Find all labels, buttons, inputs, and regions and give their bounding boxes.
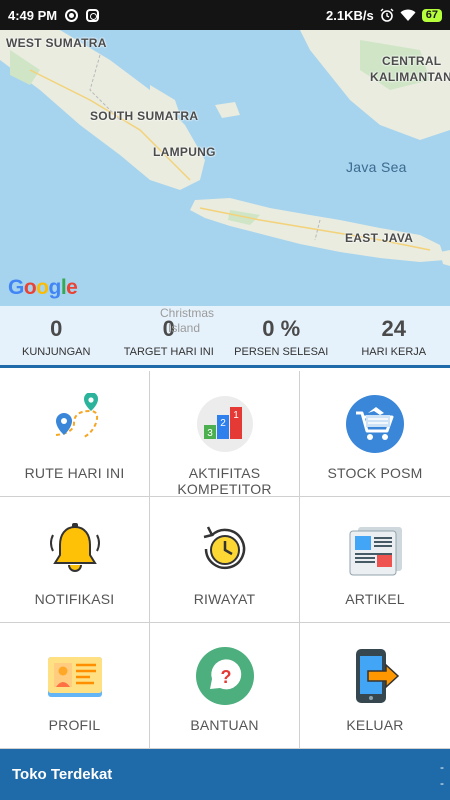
network-speed: 2.1KB/s	[326, 7, 374, 23]
menu-label: PROFIL	[48, 717, 101, 733]
wifi-icon	[400, 9, 416, 21]
menu-bantuan[interactable]: ? BANTUAN	[150, 623, 300, 749]
stat-hari-kerja: 24 HARI KERJA	[338, 306, 450, 365]
app-screen: 4:49 PM 2.1KB/s 67 WEST SUMATRA CENTRAL …	[0, 0, 450, 800]
map-label-central: CENTRAL	[382, 54, 442, 68]
stat-persen-selesai: 0 % PERSEN SELESAI	[225, 306, 338, 365]
menu-label: KELUAR	[346, 717, 404, 733]
svg-text:3: 3	[207, 428, 213, 439]
map-label-south-sumatra: SOUTH SUMATRA	[90, 109, 199, 123]
id-card-icon	[44, 645, 106, 707]
menu-notifikasi[interactable]: NOTIFIKASI	[0, 497, 150, 623]
map-label-west-sumatra: WEST SUMATRA	[6, 36, 107, 50]
stat-value: 24	[381, 316, 406, 341]
history-clock-icon	[194, 519, 256, 581]
instagram-icon	[86, 8, 100, 22]
map-label-java-sea: Java Sea	[346, 159, 407, 175]
svg-text:2: 2	[220, 418, 226, 429]
nearest-store-values: - -	[440, 760, 444, 790]
map-label-east-java: EAST JAVA	[345, 231, 414, 245]
status-time: 4:49 PM	[8, 7, 58, 23]
help-bubble-icon: ?	[194, 645, 256, 707]
battery-icon: 67	[421, 8, 442, 22]
notification-dot-icon	[65, 8, 79, 22]
stat-label: KUNJUNGAN	[22, 346, 91, 358]
menu-artikel[interactable]: ARTIKEL	[300, 497, 450, 623]
stat-value: 0	[50, 316, 63, 341]
status-bar: 4:49 PM 2.1KB/s 67	[0, 0, 450, 30]
menu-label: NOTIFIKASI	[34, 591, 115, 607]
menu-rute-hari-ini[interactable]: RUTE HARI INI	[0, 371, 150, 497]
stat-kunjungan: 0 KUNJUNGAN	[0, 306, 113, 365]
svg-text:?: ?	[220, 667, 231, 687]
newspaper-icon	[344, 519, 406, 581]
menu-keluar[interactable]: KELUAR	[300, 623, 450, 749]
menu-grid: RUTE HARI INI 3 2 1 AKTIFITAS KOMPETITOR	[0, 371, 450, 749]
route-icon	[44, 393, 106, 455]
stat-label: TARGET HARI INI	[123, 346, 214, 358]
menu-riwayat[interactable]: RIWAYAT	[150, 497, 300, 623]
menu-stock-posm[interactable]: STOCK POSM	[300, 371, 450, 497]
stat-label: HARI KERJA	[361, 346, 427, 358]
alarm-icon	[380, 8, 394, 22]
shopping-cart-icon	[344, 393, 406, 455]
stats-bar: 0 KUNJUNGAN 0 TARGET HARI INI 0 % PERSEN…	[0, 306, 450, 368]
map-label-kalimantan: KALIMANTAN	[370, 70, 450, 84]
podium-icon: 3 2 1	[194, 393, 256, 455]
google-logo: Google	[8, 276, 78, 299]
menu-label: BANTUAN	[190, 717, 259, 733]
stat-value: 0	[162, 316, 175, 341]
stat-label: PERSEN SELESAI	[234, 346, 329, 358]
menu-label: AKTIFITAS KOMPETITOR	[177, 465, 272, 497]
logout-phone-icon	[344, 645, 406, 707]
svg-text:1: 1	[233, 410, 239, 421]
menu-label: RIWAYAT	[193, 591, 256, 607]
nearest-store-title: Toko Terdekat	[12, 766, 113, 783]
map-view[interactable]: WEST SUMATRA CENTRAL KALIMANTAN SOUTH SU…	[0, 30, 450, 306]
bell-icon	[44, 519, 106, 581]
menu-label: STOCK POSM	[327, 465, 423, 481]
menu-label: RUTE HARI INI	[24, 465, 125, 481]
menu-profil[interactable]: PROFIL	[0, 623, 150, 749]
stat-target-hari-ini: 0 TARGET HARI INI	[113, 306, 226, 365]
stat-value: 0 %	[262, 316, 301, 341]
menu-label: ARTIKEL	[345, 591, 405, 607]
map-label-lampung: LAMPUNG	[153, 145, 216, 159]
menu-aktifitas-kompetitor[interactable]: 3 2 1 AKTIFITAS KOMPETITOR	[150, 371, 300, 497]
nearest-store-bar[interactable]: Toko Terdekat - -	[0, 749, 450, 800]
